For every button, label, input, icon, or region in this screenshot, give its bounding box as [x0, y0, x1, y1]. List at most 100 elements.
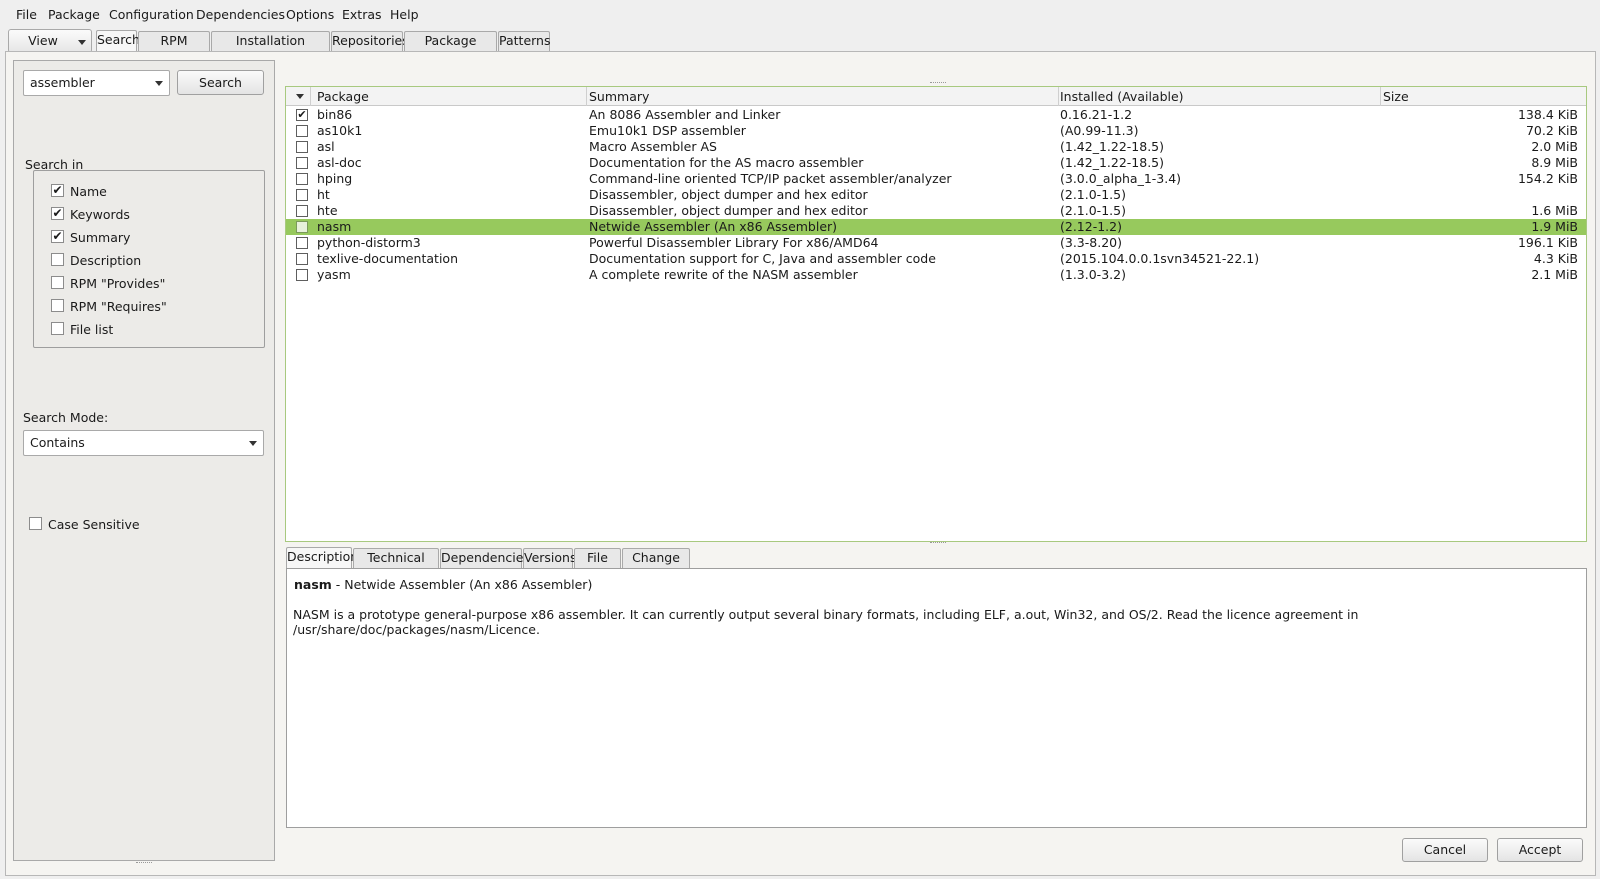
package-status-checkbox[interactable]: [296, 269, 308, 281]
splitter-grip[interactable]: [136, 862, 152, 864]
view-dropdown-button[interactable]: View: [8, 29, 92, 53]
column-separator: [586, 87, 587, 106]
package-summary: Macro Assembler AS: [589, 139, 717, 154]
column-header-size[interactable]: Size: [1383, 89, 1409, 104]
checkbox-file-list[interactable]: [51, 322, 64, 335]
table-row[interactable]: asl-doc Documentation for the AS macro a…: [286, 155, 1586, 171]
package-name: as10k1: [317, 123, 363, 138]
table-row-selected[interactable]: nasm Netwide Assembler (An x86 Assembler…: [286, 219, 1586, 235]
package-summary: An 8086 Assembler and Linker: [589, 107, 781, 122]
search-mode-select[interactable]: Contains: [23, 430, 264, 456]
menu-extras[interactable]: Extras: [342, 7, 382, 22]
table-row[interactable]: texlive-documentation Documentation supp…: [286, 251, 1586, 267]
package-size: 1.6 MiB: [1531, 203, 1578, 218]
package-name: hping: [317, 171, 353, 186]
description-text: NASM is a prototype general-purpose x86 …: [293, 607, 1359, 637]
package-status-checkbox[interactable]: [296, 189, 308, 201]
package-version: (3.0.0_alpha_1-3.4): [1060, 171, 1182, 186]
package-size: 70.2 KiB: [1525, 123, 1578, 138]
package-status-checkbox[interactable]: [296, 173, 308, 185]
package-status-checkbox[interactable]: [296, 157, 308, 169]
checkbox-description[interactable]: [51, 253, 64, 266]
sort-arrow-icon[interactable]: [296, 94, 304, 99]
search-button[interactable]: Search: [177, 70, 264, 95]
menu-file[interactable]: File: [16, 7, 37, 22]
menu-help[interactable]: Help: [390, 7, 419, 22]
tab-file-list[interactable]: File List: [574, 548, 621, 583]
package-size: 2.1 MiB: [1531, 267, 1578, 282]
tab-versions[interactable]: Versions: [523, 548, 576, 568]
package-status-checkbox[interactable]: [296, 141, 308, 153]
package-summary: Command-line oriented TCP/IP packet asse…: [589, 171, 952, 186]
checkbox-name[interactable]: ✔: [51, 184, 64, 197]
package-status-checkbox[interactable]: [296, 253, 308, 265]
package-status-checkbox[interactable]: [296, 237, 308, 249]
package-version: (2.1.0-1.5): [1060, 187, 1126, 202]
package-size: 2.0 MiB: [1531, 139, 1578, 154]
table-row[interactable]: ✔ bin86 An 8086 Assembler and Linker 0.1…: [286, 107, 1586, 123]
table-row[interactable]: python-distorm3 Powerful Disassembler Li…: [286, 235, 1586, 251]
search-input[interactable]: assembler: [23, 70, 170, 96]
package-name: python-distorm3: [317, 235, 421, 250]
package-status-checkbox[interactable]: [296, 125, 308, 137]
installed-check-icon: ✔: [297, 108, 307, 121]
package-version: (2015.104.0.0.1svn34521-22.1): [1060, 251, 1260, 266]
checkbox-rpm-provides[interactable]: [51, 276, 64, 289]
menu-options[interactable]: Options: [286, 7, 334, 22]
tab-package-groups[interactable]: Package Groups: [404, 31, 497, 66]
checkbox-label: RPM "Requires": [70, 299, 167, 314]
package-version: 0.16.21-1.2: [1060, 107, 1133, 122]
package-version: (3.3-8.20): [1060, 235, 1122, 250]
package-name: asl-doc: [317, 155, 362, 170]
chevron-down-icon: [78, 40, 86, 45]
package-summary: Documentation support for C, Java and as…: [589, 251, 936, 266]
cancel-button-label: Cancel: [1423, 842, 1467, 857]
column-header-summary[interactable]: Summary: [589, 89, 649, 104]
column-separator: [1058, 87, 1059, 106]
cancel-button[interactable]: Cancel: [1402, 838, 1488, 862]
menu-bar: File Package Configuration Dependencies …: [0, 0, 1600, 26]
package-status-checkbox[interactable]: [296, 221, 308, 233]
tab-change-log[interactable]: Change Log: [622, 548, 690, 583]
column-header-installed[interactable]: Installed (Available): [1060, 89, 1184, 104]
tab-technical-data[interactable]: Technical Data: [353, 548, 439, 583]
column-separator: [310, 87, 311, 106]
description-pane: nasm - Netwide Assembler (An x86 Assembl…: [286, 568, 1587, 828]
table-row[interactable]: as10k1 Emu10k1 DSP assembler (A0.99-11.3…: [286, 123, 1586, 139]
description-heading: nasm - Netwide Assembler (An x86 Assembl…: [294, 577, 592, 592]
menu-package[interactable]: Package: [48, 7, 100, 22]
menu-configuration[interactable]: Configuration: [109, 7, 194, 22]
package-status-checkbox[interactable]: [296, 205, 308, 217]
table-row[interactable]: yasm A complete rewrite of the NASM asse…: [286, 267, 1586, 283]
tab-patterns[interactable]: Patterns: [498, 31, 550, 51]
tab-rpm-groups[interactable]: RPM Groups: [138, 31, 210, 66]
table-row[interactable]: asl Macro Assembler AS (1.42_1.22-18.5) …: [286, 139, 1586, 155]
checkbox-keywords[interactable]: ✔: [51, 207, 64, 220]
tab-description[interactable]: Description: [286, 547, 358, 569]
chevron-down-icon: [155, 81, 163, 86]
tab-installation-summary[interactable]: Installation Summary: [211, 31, 330, 66]
tab-search[interactable]: Search: [96, 30, 140, 52]
tab-repositories[interactable]: Repositories: [331, 31, 409, 51]
search-button-label: Search: [199, 75, 242, 90]
splitter-grip[interactable]: [930, 542, 946, 544]
checkbox-case-sensitive[interactable]: [29, 517, 42, 530]
package-name: texlive-documentation: [317, 251, 458, 266]
checkbox-label: File list: [70, 322, 114, 337]
table-row[interactable]: hping Command-line oriented TCP/IP packe…: [286, 171, 1586, 187]
checkbox-rpm-requires[interactable]: [51, 299, 64, 312]
package-version: (A0.99-11.3): [1060, 123, 1139, 138]
package-summary: Emu10k1 DSP assembler: [589, 123, 746, 138]
checkbox-label: Keywords: [70, 207, 130, 222]
splitter-grip[interactable]: [930, 82, 946, 84]
package-status-checkbox[interactable]: ✔: [296, 109, 308, 121]
tab-dependencies[interactable]: Dependencies: [440, 548, 530, 568]
table-row[interactable]: ht Disassembler, object dumper and hex e…: [286, 187, 1586, 203]
accept-button[interactable]: Accept: [1497, 838, 1583, 862]
package-size: 1.9 MiB: [1531, 219, 1578, 234]
checkbox-summary[interactable]: ✔: [51, 230, 64, 243]
column-header-package[interactable]: Package: [317, 89, 369, 104]
package-size: 154.2 KiB: [1517, 171, 1578, 186]
table-row[interactable]: hte Disassembler, object dumper and hex …: [286, 203, 1586, 219]
menu-dependencies[interactable]: Dependencies: [196, 7, 285, 22]
